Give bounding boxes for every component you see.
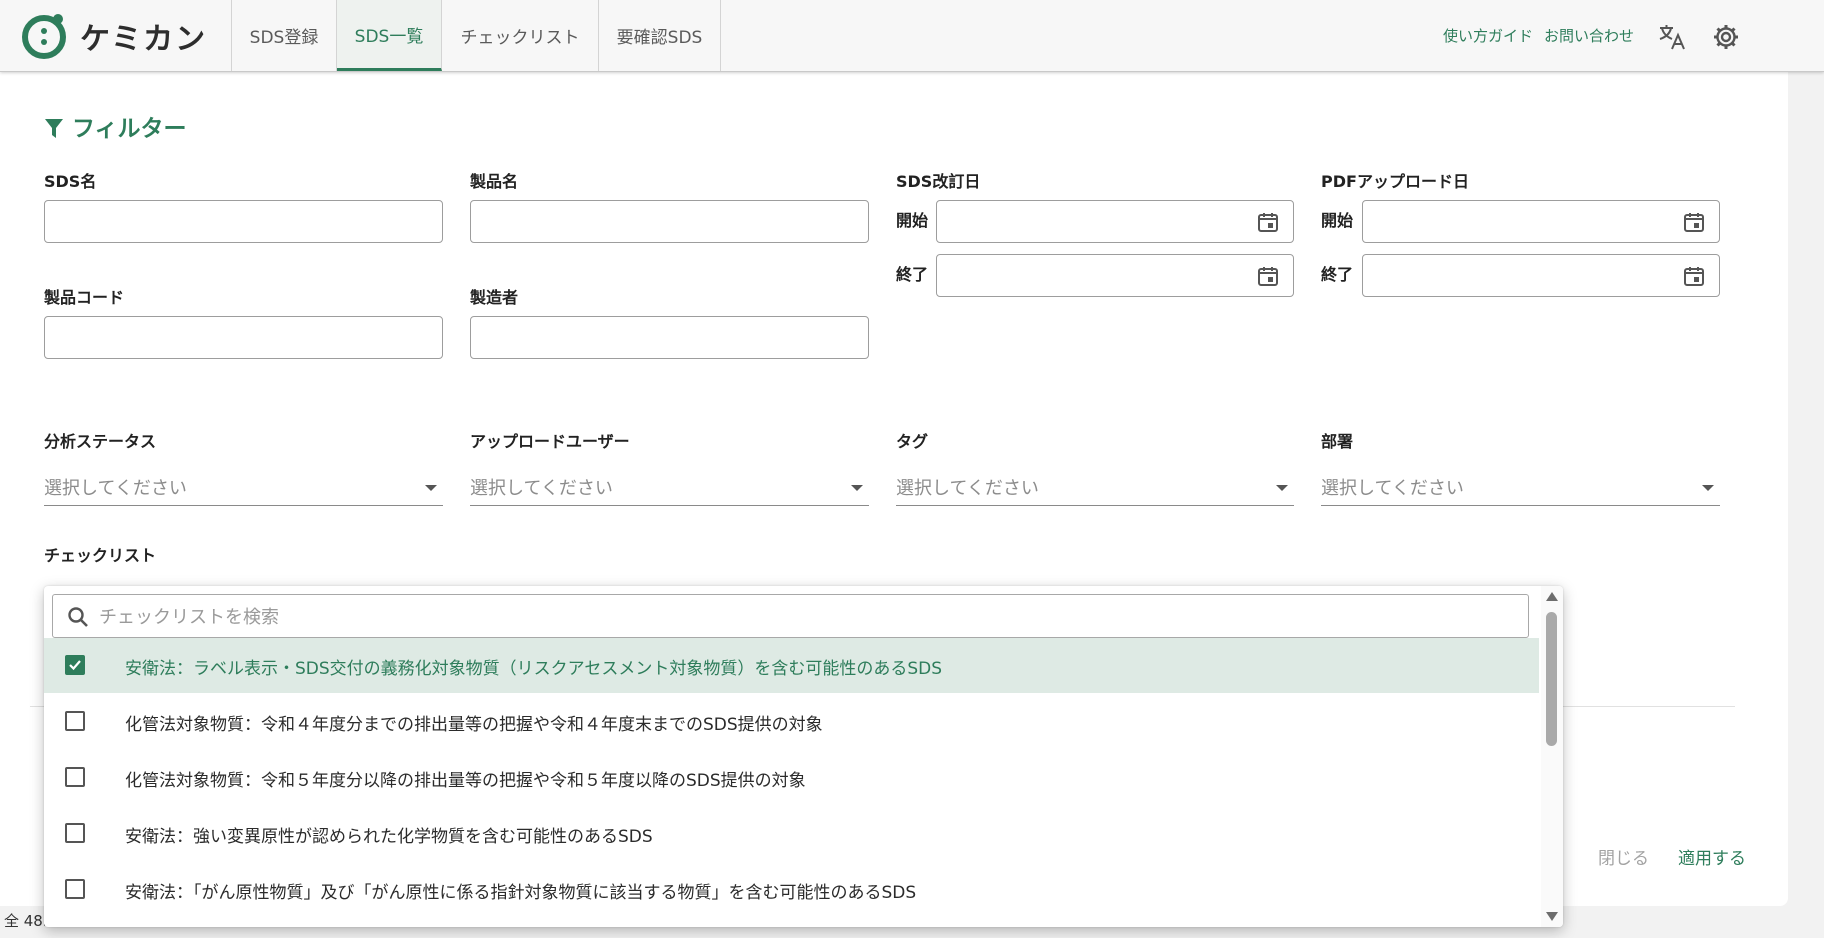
tag-label: タグ bbox=[896, 432, 929, 451]
checklist-search-input[interactable] bbox=[97, 601, 1501, 633]
close-button[interactable]: 閉じる bbox=[1598, 844, 1649, 869]
sds-name-input[interactable] bbox=[44, 200, 443, 243]
filter-title-text: フィルター bbox=[72, 116, 187, 142]
checkbox[interactable] bbox=[65, 823, 85, 843]
manufacturer-label: 製造者 bbox=[470, 288, 519, 307]
upload-user-label: アップロードユーザー bbox=[470, 432, 630, 451]
pdf-upload-date-label: PDFアップロード日 bbox=[1321, 172, 1469, 191]
product-code-input[interactable] bbox=[44, 316, 443, 359]
pdf-upload-end-label: 終了 bbox=[1321, 265, 1354, 284]
tab-sds-list[interactable]: SDS一覧 bbox=[337, 0, 442, 71]
filter-icon bbox=[45, 119, 63, 138]
checkbox[interactable] bbox=[65, 879, 85, 899]
checklist-option[interactable]: 安衛法：強い変異原性が認められた化学物質を含む可能性のあるSDS bbox=[44, 806, 1539, 861]
tab-checklist[interactable]: チェックリスト bbox=[442, 0, 599, 71]
checklist-option-label: 化管法対象物質：令和５年度分以降の排出量等の把握や令和５年度以降のSDS提供の対… bbox=[125, 771, 806, 791]
contact-link[interactable]: お問い合わせ bbox=[1544, 25, 1634, 46]
checklist-label: チェックリスト bbox=[44, 546, 157, 565]
tab-review-sds[interactable]: 要確認SDS bbox=[599, 0, 721, 71]
scroll-up-icon[interactable] bbox=[1546, 592, 1558, 601]
checklist-option[interactable]: 化管法対象物質：令和４年度分までの排出量等の把握や令和４年度末までのSDS提供の… bbox=[44, 694, 1539, 749]
product-code-label: 製品コード bbox=[44, 288, 125, 307]
product-name-label: 製品名 bbox=[470, 172, 519, 191]
tab-sds-register[interactable]: SDS登録 bbox=[232, 0, 337, 71]
search-icon bbox=[68, 607, 88, 627]
product-name-input[interactable] bbox=[470, 200, 869, 243]
dropdown-arrow-icon bbox=[851, 485, 863, 491]
checklist-dropdown: 安衛法：ラベル表示・SDS交付の義務化対象物質（リスクアセスメント対象物質）を含… bbox=[44, 586, 1563, 927]
manufacturer-input[interactable] bbox=[470, 316, 869, 359]
calendar-icon[interactable] bbox=[1257, 211, 1279, 233]
dropdown-scrollbar[interactable] bbox=[1541, 586, 1563, 927]
dropdown-arrow-icon bbox=[1702, 485, 1714, 491]
pdf-upload-start-input[interactable] bbox=[1362, 200, 1720, 243]
checklist-option[interactable]: 安衛法：ラベル表示・SDS交付の義務化対象物質（リスクアセスメント対象物質）を含… bbox=[44, 638, 1539, 693]
sds-revision-start-input[interactable] bbox=[936, 200, 1294, 243]
check-icon bbox=[69, 660, 81, 671]
sds-revision-end-label: 終了 bbox=[896, 265, 929, 284]
apply-button[interactable]: 適用する bbox=[1678, 844, 1746, 869]
logo-icon bbox=[22, 14, 66, 59]
select-placeholder: 選択してください bbox=[470, 478, 613, 499]
checklist-option-label: 化管法対象物質：令和４年度分までの排出量等の把握や令和４年度末までのSDS提供の… bbox=[125, 715, 823, 735]
scroll-down-icon[interactable] bbox=[1546, 912, 1558, 921]
app-logo[interactable]: ケミカン bbox=[20, 11, 207, 61]
analysis-status-select[interactable]: 選択してください bbox=[44, 470, 443, 506]
main-tabs: SDS登録 SDS一覧 チェックリスト 要確認SDS bbox=[231, 0, 721, 71]
dropdown-arrow-icon bbox=[425, 485, 437, 491]
pdf-upload-end-input[interactable] bbox=[1362, 254, 1720, 297]
checkbox[interactable] bbox=[65, 767, 85, 787]
sds-name-label: SDS名 bbox=[44, 172, 97, 191]
department-select[interactable]: 選択してください bbox=[1321, 470, 1720, 506]
app-header: ケミカン SDS登録 SDS一覧 チェックリスト 要確認SDS 使い方ガイド お… bbox=[0, 0, 1824, 72]
calendar-icon[interactable] bbox=[1257, 265, 1279, 287]
guide-link[interactable]: 使い方ガイド bbox=[1443, 25, 1533, 46]
sds-revision-start-label: 開始 bbox=[896, 211, 929, 230]
checklist-option-label: 安衛法：「がん原性物質」及び「がん原性に係る指針対象物質に該当する物質」を含む可… bbox=[125, 883, 917, 903]
checklist-option[interactable]: 化管法対象物質：令和５年度分以降の排出量等の把握や令和５年度以降のSDS提供の対… bbox=[44, 750, 1539, 805]
tag-select[interactable]: 選択してください bbox=[896, 470, 1294, 506]
translate-icon[interactable] bbox=[1657, 22, 1687, 52]
gear-icon[interactable] bbox=[1711, 22, 1741, 52]
department-label: 部署 bbox=[1321, 432, 1354, 451]
calendar-icon[interactable] bbox=[1683, 211, 1705, 233]
pdf-upload-start-label: 開始 bbox=[1321, 211, 1354, 230]
scroll-thumb[interactable] bbox=[1546, 612, 1557, 746]
checklist-option-label: 安衛法：ラベル表示・SDS交付の義務化対象物質（リスクアセスメント対象物質）を含… bbox=[125, 659, 943, 679]
checklist-option[interactable]: 安衛法：「がん原性物質」及び「がん原性に係る指針対象物質に該当する物質」を含む可… bbox=[44, 862, 1539, 917]
checkbox[interactable] bbox=[65, 655, 85, 675]
select-placeholder: 選択してください bbox=[1321, 478, 1464, 499]
upload-user-select[interactable]: 選択してください bbox=[470, 470, 869, 506]
sds-revision-date-label: SDS改訂日 bbox=[896, 172, 981, 191]
dropdown-arrow-icon bbox=[1276, 485, 1288, 491]
select-placeholder: 選択してください bbox=[44, 478, 187, 499]
calendar-icon[interactable] bbox=[1683, 265, 1705, 287]
app-name: ケミカン bbox=[80, 22, 208, 57]
checklist-search bbox=[52, 594, 1529, 638]
filter-title: フィルター bbox=[44, 109, 187, 143]
checkbox[interactable] bbox=[65, 711, 85, 731]
checklist-option-label: 安衛法：強い変異原性が認められた化学物質を含む可能性のあるSDS bbox=[125, 827, 653, 847]
sds-revision-end-input[interactable] bbox=[936, 254, 1294, 297]
select-placeholder: 選択してください bbox=[896, 478, 1039, 499]
analysis-status-label: 分析ステータス bbox=[44, 432, 157, 451]
